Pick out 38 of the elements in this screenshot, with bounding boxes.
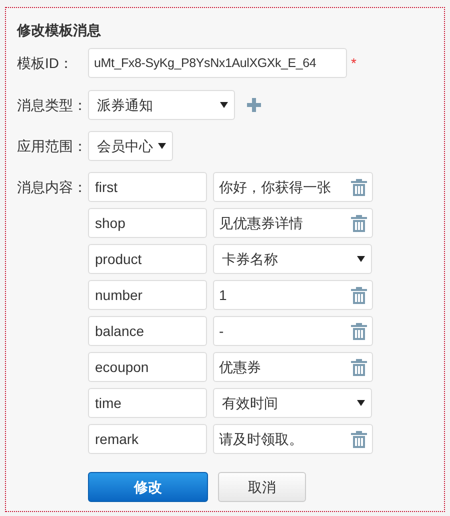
required-mark: * <box>351 54 356 72</box>
trash-icon[interactable] <box>351 322 367 340</box>
value-field[interactable]: 1 <box>213 280 373 310</box>
select-field[interactable]: 有效时间 <box>213 388 372 418</box>
add-icon[interactable] <box>247 98 261 112</box>
cancel-button[interactable]: 取消 <box>218 472 306 502</box>
submit-button[interactable]: 修改 <box>88 472 208 502</box>
key-field[interactable]: product <box>88 244 207 274</box>
key-field[interactable]: time <box>88 388 207 418</box>
caret-icon <box>357 400 365 406</box>
key-field[interactable]: number <box>88 280 207 310</box>
caret-icon <box>220 102 228 108</box>
key-field[interactable]: remark <box>88 424 207 454</box>
key-field[interactable]: shop <box>88 208 207 238</box>
value-field[interactable]: 优惠券 <box>213 352 373 382</box>
value-field[interactable]: 你好，你获得一张 <box>213 172 373 202</box>
select-field[interactable]: 会员中心 <box>88 131 173 161</box>
value-field[interactable]: - <box>213 316 373 346</box>
field-label: 模板ID： <box>17 54 74 73</box>
field-label: 消息内容： <box>17 178 88 197</box>
value-field[interactable]: 请及时领取。 <box>213 424 373 454</box>
field-label: 应用范围： <box>17 137 88 156</box>
caret-icon <box>357 256 365 262</box>
key-field[interactable]: balance <box>88 316 207 346</box>
field-label: 消息类型： <box>17 96 88 115</box>
trash-icon[interactable] <box>351 358 367 376</box>
trash-icon[interactable] <box>351 178 367 196</box>
select-field[interactable]: 卡券名称 <box>213 244 372 274</box>
form-title: 修改模板消息 <box>17 21 102 40</box>
template-id-field[interactable]: uMt_Fx8-SyKg_P8YsNx1AulXGXk_E_64 <box>88 48 347 78</box>
select-field[interactable]: 派券通知 <box>88 90 235 120</box>
caret-icon <box>158 143 166 149</box>
trash-icon[interactable] <box>351 430 367 448</box>
value-field[interactable]: 见优惠券详情 <box>213 208 373 238</box>
key-field[interactable]: ecoupon <box>88 352 207 382</box>
key-field[interactable]: first <box>88 172 207 202</box>
trash-icon[interactable] <box>351 286 367 304</box>
trash-icon[interactable] <box>351 214 367 232</box>
